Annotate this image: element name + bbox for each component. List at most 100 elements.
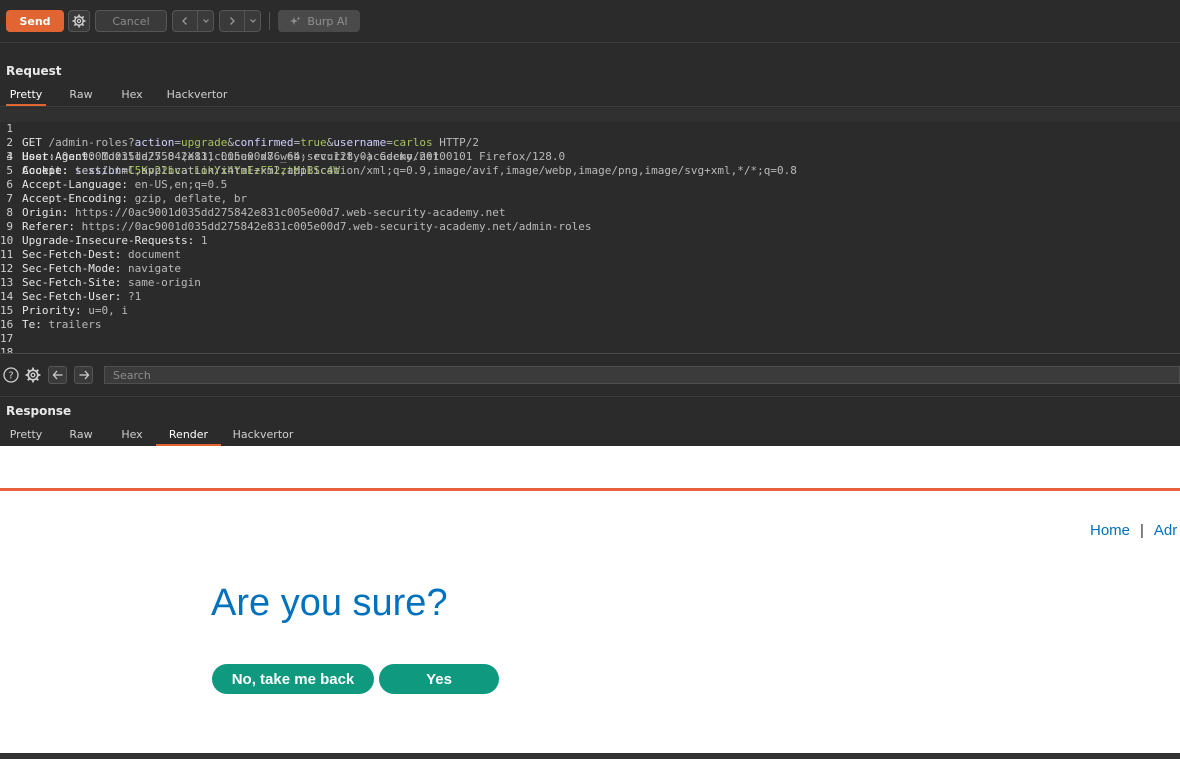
previous-match-button[interactable]	[48, 366, 67, 384]
header-line: 13 Sec-Fetch-Site: same-origin	[0, 276, 201, 289]
search-bar: ? Search	[0, 362, 1180, 388]
gear-icon	[25, 367, 41, 383]
line-number: 7	[6, 192, 13, 205]
header-value: ?1	[127, 290, 142, 303]
header-line: 7 Accept-Encoding: gzip, deflate, br	[0, 192, 1180, 206]
site-nav: Home | Adr	[1090, 522, 1177, 539]
burp-ai-button[interactable]: Burp AI	[278, 10, 360, 32]
header-line: 8 Origin: https://0ac9001d035dd275842e831…	[0, 206, 1180, 220]
tab-response-raw[interactable]: Raw	[64, 424, 98, 444]
line-number: 15	[0, 304, 14, 317]
search-settings-button[interactable]	[24, 366, 42, 384]
header-key: Sec-Fetch-User	[22, 290, 115, 303]
header-line: 15 Priority: u=0, i	[0, 304, 128, 317]
header-line: 11 Sec-Fetch-Dest: document	[0, 248, 181, 261]
send-button[interactable]: Send	[6, 10, 64, 32]
tab-response-hackvertor[interactable]: Hackvertor	[232, 424, 294, 444]
line-number: 14	[0, 290, 14, 303]
header-value: document	[127, 248, 181, 261]
header-key: Accept-Encoding	[22, 192, 122, 205]
header-key: Sec-Fetch-Mode	[22, 262, 115, 275]
help-icon: ?	[3, 367, 19, 383]
header-value: trailers	[48, 318, 102, 331]
line-number: 5	[6, 164, 13, 177]
request-line: 1 GET /admin-roles?action=upgrade&confir…	[0, 108, 1180, 149]
header-key: Upgrade-Insecure-Requests	[22, 234, 188, 247]
no-take-me-back-button[interactable]: No, take me back	[212, 664, 374, 694]
sparkle-icon	[290, 16, 301, 25]
request-title: Request	[6, 64, 62, 78]
gear-icon	[72, 14, 86, 28]
header-line: 12 Sec-Fetch-Mode: navigate	[0, 262, 181, 275]
tab-response-render[interactable]: Render	[156, 424, 221, 446]
nav-link-home[interactable]: Home	[1090, 522, 1130, 539]
line-number: 10	[0, 234, 14, 247]
line-number: 18	[0, 346, 14, 354]
search-input[interactable]: Search	[104, 366, 1180, 384]
line-number: 9	[6, 220, 13, 233]
tab-response-hex[interactable]: Hex	[116, 424, 148, 444]
tab-request-pretty[interactable]: Pretty	[6, 84, 46, 106]
chevron-down-icon	[202, 19, 209, 23]
header-key: Sec-Fetch-Dest	[22, 248, 115, 261]
header-value: en-US,en;q=0.5	[134, 178, 228, 191]
next-match-button[interactable]	[74, 366, 93, 384]
history-back-dropdown[interactable]	[197, 10, 214, 32]
header-value: navigate	[127, 262, 181, 275]
section-divider	[0, 396, 1180, 397]
bottom-bar	[0, 753, 1180, 759]
tab-request-hackvertor[interactable]: Hackvertor	[166, 84, 228, 104]
line-number: 13	[0, 276, 14, 289]
request-editor[interactable]: 1 GET /admin-roles?action=upgrade&confir…	[0, 107, 1180, 354]
header-value: gzip, deflate, br	[134, 192, 248, 205]
response-title: Response	[6, 404, 72, 418]
yes-button[interactable]: Yes	[379, 664, 499, 694]
header-line: 3 Cookie: session=C5Kv22bvatLikYi4YaEzF5…	[0, 136, 1180, 177]
header-line: 2 Host: 0ac9001d035dd275842e831c005e00d7…	[0, 122, 1180, 163]
arrow-right-icon	[79, 370, 89, 380]
line-number: 8	[6, 206, 13, 219]
history-back-button[interactable]	[172, 10, 198, 32]
header-key: Referer	[22, 220, 69, 233]
header-value: https://0ac9001d035dd275842e831c005e00d7…	[81, 220, 592, 233]
header-key: User-Agent	[22, 150, 89, 163]
nav-link-admin[interactable]: Adr	[1154, 522, 1177, 539]
header-value: text/html,application/xhtml+xml,applicat…	[75, 164, 797, 177]
history-forward-dropdown[interactable]	[244, 10, 261, 32]
chevron-left-icon	[182, 17, 187, 25]
header-accent-line	[0, 488, 1180, 491]
tab-response-pretty[interactable]: Pretty	[6, 424, 46, 444]
header-line: 9 Referer: https://0ac9001d035dd275842e83…	[0, 220, 1180, 234]
arrow-left-icon	[52, 370, 62, 380]
header-value: https://0ac9001d035dd275842e831c005e00d7…	[75, 206, 506, 219]
help-button[interactable]: ?	[2, 366, 20, 384]
tab-request-raw[interactable]: Raw	[64, 84, 98, 104]
line-number: 4	[6, 150, 13, 163]
toolbar: Send Cancel Burp AI	[0, 0, 1180, 43]
header-value: u=0, i	[88, 304, 128, 317]
cancel-button[interactable]: Cancel	[95, 10, 167, 32]
header-key: Accept-Language	[22, 178, 122, 191]
header-line: 4 User-Agent: Mozilla/5.0 (X11; Linux x86…	[0, 150, 1180, 164]
toolbar-divider	[269, 12, 270, 30]
header-line: 5 Accept: text/html,application/xhtml+xml…	[0, 164, 1180, 178]
tab-request-hex[interactable]: Hex	[116, 84, 148, 104]
header-line: 6 Accept-Language: en-US,en;q=0.5	[0, 178, 1180, 192]
line-number: 12	[0, 262, 14, 275]
header-line: 16 Te: trailers	[0, 318, 102, 331]
header-line: 10 Upgrade-Insecure-Requests: 1	[0, 234, 208, 247]
line-number: 11	[0, 248, 14, 261]
rendered-response: Home | Adr Are you sure? No, take me back …	[0, 446, 1180, 753]
svg-text:?: ?	[8, 371, 13, 382]
history-forward-button[interactable]	[219, 10, 245, 32]
header-key: Sec-Fetch-Site	[22, 276, 115, 289]
send-settings-button[interactable]	[68, 10, 90, 32]
burp-ai-label: Burp AI	[307, 14, 348, 28]
response-tabs: Pretty Raw Hex Render Hackvertor	[0, 424, 1180, 447]
header-key: Priority	[22, 304, 75, 317]
line-number: 17	[0, 332, 14, 345]
header-key: Origin	[22, 206, 62, 219]
line-number: 16	[0, 318, 14, 331]
nav-separator: |	[1140, 522, 1144, 539]
empty-line: 17	[0, 332, 1180, 346]
